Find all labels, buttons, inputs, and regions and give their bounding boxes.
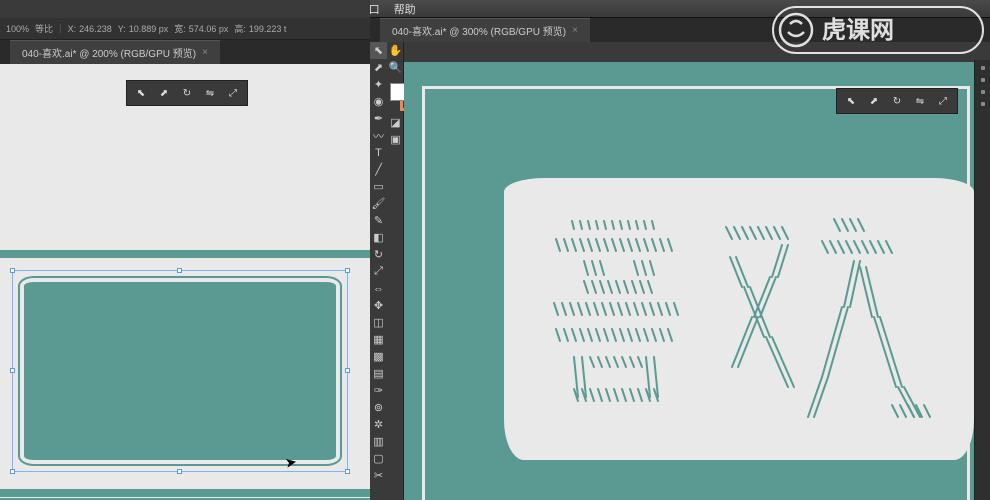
handle-tm[interactable] [177,268,182,273]
direct-select-icon[interactable]: ⬈ [157,86,171,100]
doc-tab-label: 040-喜欢.ai* @ 300% (RGB/GPU 预览) [392,23,566,38]
shape-builder-tool[interactable]: ◫ [370,314,387,331]
direct-selection-tool[interactable]: ⬈ [370,59,387,76]
float-toolbar-main[interactable]: ⬉ ⬈ ↻ ⇋ ⤢ [836,88,958,114]
w-label: 宽: [174,22,186,35]
main-canvas[interactable] [404,62,974,500]
watermark: 虎课网 [772,6,984,54]
width-tool[interactable]: ⇔ [370,280,387,297]
perspective-tool[interactable]: ▦ [370,331,387,348]
eyedropper-tool[interactable]: ✑ [370,382,387,399]
doc-tab-label: 040-喜欢.ai* @ 200% (RGB/GPU 预览) [22,45,196,60]
paintbrush-tool[interactable]: 🖌 [370,195,387,212]
type-tool[interactable]: T [370,144,387,161]
zoom-tool[interactable]: 🔍 [387,59,404,76]
reflect-icon[interactable]: ⇋ [913,94,927,108]
screen-mode-icon[interactable]: ▣ [387,131,404,148]
bounding-box[interactable] [12,270,348,472]
close-icon[interactable]: × [202,47,208,58]
mesh-tool[interactable]: ▩ [370,348,387,365]
curvature-tool[interactable]: 〰 [370,127,387,144]
pen-tool[interactable]: ✒ [370,110,387,127]
left-doc-tab[interactable]: 040-喜欢.ai* @ 200% (RGB/GPU 预览) × [10,40,220,64]
watermark-text: 虎课网 [822,17,894,44]
h-label: 高: [234,22,246,35]
line-tool[interactable]: ╱ [370,161,387,178]
selection-tool[interactable]: ⬉ [370,42,387,59]
profile-dd[interactable]: 等比 [35,22,53,35]
selected-object[interactable] [8,266,352,476]
scale-icon[interactable]: ⤢ [226,86,240,100]
menu-help[interactable]: 帮助 [394,1,416,17]
hand-tool[interactable]: ✋ [387,42,404,59]
rotate-tool[interactable]: ↻ [370,246,387,263]
lasso-tool[interactable]: ◉ [370,93,387,110]
scribble-artwork [544,212,944,432]
color-mode-icon[interactable]: ◪ [387,114,404,131]
scale-tool[interactable]: ⤢ [370,263,387,280]
x-value[interactable]: 246.238 [79,24,112,34]
left-window: 100% 等比 | X:246.238 Y:10.889 px 宽:574.06… [0,0,370,500]
gradient-tool[interactable]: ▤ [370,365,387,382]
pencil-tool[interactable]: ✎ [370,212,387,229]
cursor-icon: ➤ [284,453,299,472]
zoom-pct[interactable]: 100% [6,24,29,34]
y-value[interactable]: 10.889 px [129,24,169,34]
scale-icon[interactable]: ⤢ [936,94,950,108]
left-doc-tab-bar: 040-喜欢.ai* @ 200% (RGB/GPU 预览) × [0,40,370,64]
float-toolbar-left[interactable]: ⬉ ⬈ ↻ ⇋ ⤢ [126,80,248,106]
artwork-stripe-top [0,250,370,258]
free-transform-tool[interactable]: ✥ [370,297,387,314]
left-control-bar: 100% 等比 | X:246.238 Y:10.889 px 宽:574.06… [0,18,370,40]
h-value[interactable]: 199.223 t [249,24,287,34]
left-canvas[interactable]: ➤ [0,64,370,500]
select-icon[interactable]: ⬉ [134,86,148,100]
panel-icon[interactable] [981,102,985,106]
handle-br[interactable] [345,469,350,474]
handle-ml[interactable] [10,368,15,373]
blend-tool[interactable]: ⊚ [370,399,387,416]
main-window: 040-喜欢.ai* @ 300% (RGB/GPU 预览) × ⬉ ⬈ ✦ ◉… [370,18,990,500]
rotate-icon[interactable]: ↻ [180,86,194,100]
slice-tool[interactable]: ✂ [370,467,387,484]
panel-icon[interactable] [981,66,985,70]
w-value[interactable]: 574.06 px [189,24,229,34]
rotate-icon[interactable]: ↻ [890,94,904,108]
select-icon[interactable]: ⬉ [844,94,858,108]
right-panel-dock[interactable] [974,60,990,500]
handle-tr[interactable] [345,268,350,273]
main-doc-tab[interactable]: 040-喜欢.ai* @ 300% (RGB/GPU 预览) × [380,18,590,42]
close-icon[interactable]: × [572,25,578,36]
handle-mr[interactable] [345,368,350,373]
artwork-stripe-bottom [0,489,370,497]
y-label: Y: [118,24,126,34]
magic-wand-tool[interactable]: ✦ [370,76,387,93]
artboard-tool[interactable]: ▢ [370,450,387,467]
panel-icon[interactable] [981,90,985,94]
direct-select-icon[interactable]: ⬈ [867,94,881,108]
handle-tl[interactable] [10,268,15,273]
eraser-tool[interactable]: ◧ [370,229,387,246]
reflect-icon[interactable]: ⇋ [203,86,217,100]
symbol-sprayer-tool[interactable]: ✲ [370,416,387,433]
x-label: X: [68,24,77,34]
panel-icon[interactable] [981,78,985,82]
handle-bm[interactable] [177,469,182,474]
tools-panel: ⬉ ⬈ ✦ ◉ ✒ 〰 T ╱ ▭ 🖌 ✎ ◧ ↻ ⤢ ⇔ ✥ ◫ ▦ ▩ ▤ … [370,42,404,500]
graph-tool[interactable]: ▥ [370,433,387,450]
handle-bl[interactable] [10,469,15,474]
rectangle-tool[interactable]: ▭ [370,178,387,195]
